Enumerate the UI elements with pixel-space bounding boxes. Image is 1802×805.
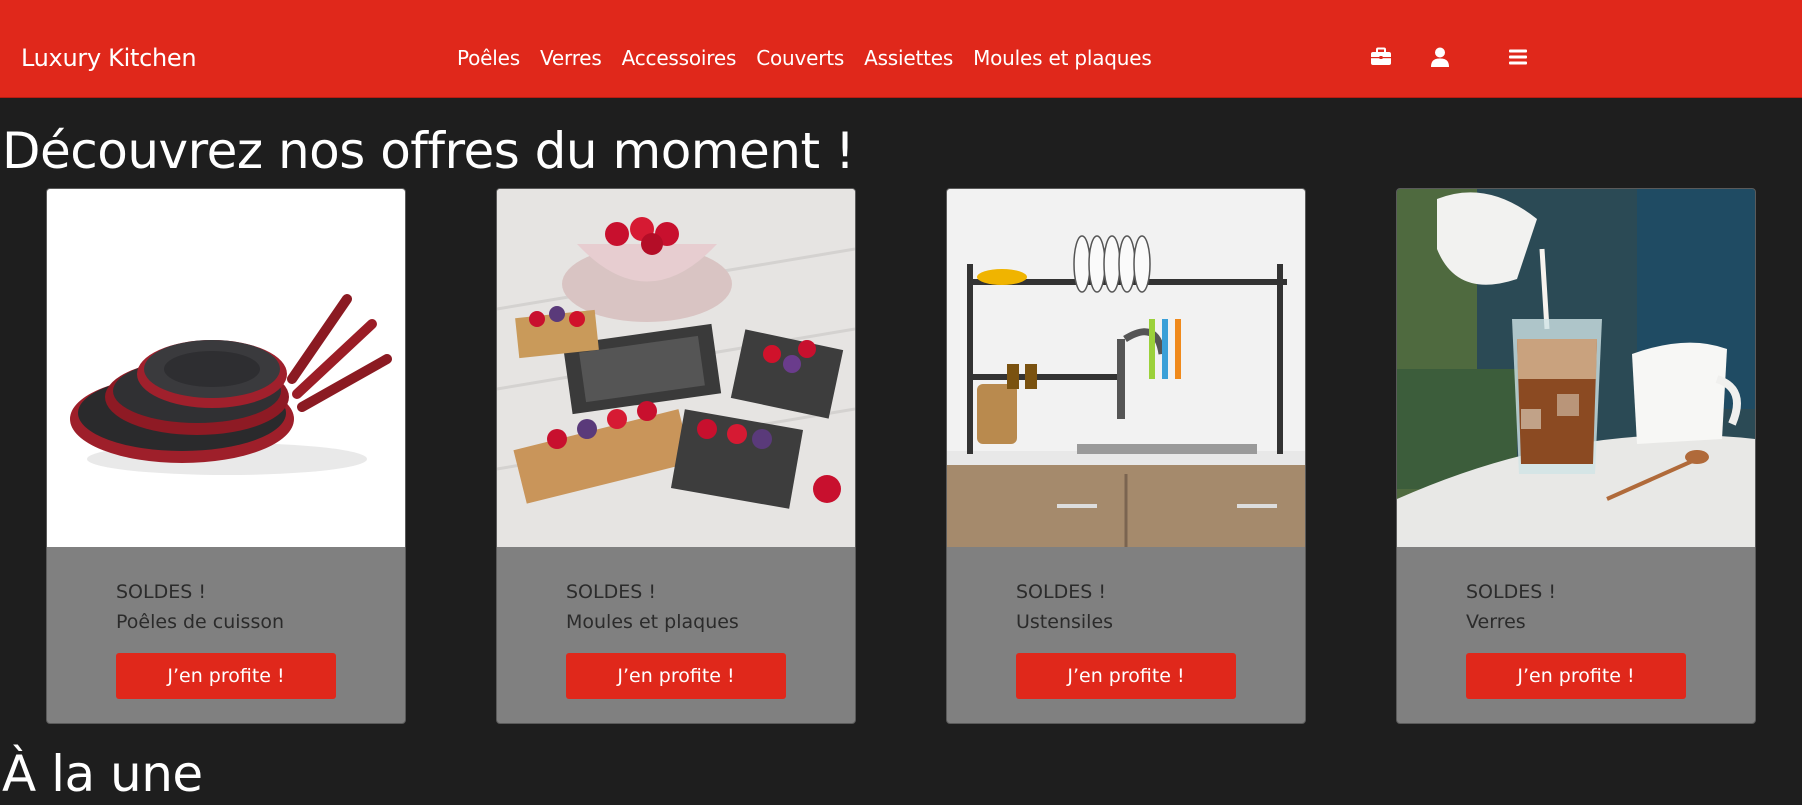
sale-badge: SOLDES ! — [566, 581, 656, 603]
nav-link-assiettes[interactable]: Assiettes — [864, 46, 953, 70]
card-category: Verres — [1466, 611, 1526, 633]
nav-link-couverts[interactable]: Couverts — [756, 46, 844, 70]
dish-rack-image — [947, 189, 1305, 547]
nav-link-verres[interactable]: Verres — [540, 46, 602, 70]
offer-card-ustensiles: SOLDES ! Ustensiles J’en profite ! — [946, 188, 1306, 724]
card-category: Poêles de cuisson — [116, 611, 285, 633]
card-category: Moules et plaques — [566, 611, 739, 633]
card-body: SOLDES ! Poêles de cuisson — [116, 577, 376, 637]
user-icon[interactable] — [1429, 46, 1451, 68]
tart-molds-image — [497, 189, 855, 547]
offer-card-moules: SOLDES ! Moules et plaques J’en profite … — [496, 188, 856, 724]
iced-coffee-image — [1397, 189, 1755, 547]
briefcase-icon[interactable] — [1370, 46, 1392, 68]
offer-card-verres: SOLDES ! Verres J’en profite ! — [1396, 188, 1756, 724]
card-body: SOLDES ! Moules et plaques — [566, 577, 826, 637]
offers-title: Découvrez nos offres du moment ! — [2, 122, 855, 180]
card-body: SOLDES ! Verres — [1466, 577, 1726, 637]
sale-badge: SOLDES ! — [1016, 581, 1106, 603]
sale-badge: SOLDES ! — [116, 581, 206, 603]
sale-badge: SOLDES ! — [1466, 581, 1556, 603]
nav-link-accessoires[interactable]: Accessoires — [622, 46, 737, 70]
offer-button[interactable]: J’en profite ! — [116, 653, 336, 699]
main-nav: Poêles Verres Accessoires Couverts Assie… — [457, 46, 1152, 70]
card-category: Ustensiles — [1016, 611, 1114, 633]
nav-link-moules-plaques[interactable]: Moules et plaques — [973, 46, 1152, 70]
offer-button[interactable]: J’en profite ! — [566, 653, 786, 699]
menu-icon[interactable] — [1507, 46, 1529, 68]
featured-title: À la une — [2, 745, 203, 803]
card-body: SOLDES ! Ustensiles — [1016, 577, 1276, 637]
offer-button[interactable]: J’en profite ! — [1466, 653, 1686, 699]
frying-pans-image — [47, 189, 405, 547]
navbar: Luxury Kitchen Poêles Verres Accessoires… — [0, 0, 1802, 98]
brand-link[interactable]: Luxury Kitchen — [21, 44, 197, 72]
offer-button[interactable]: J’en profite ! — [1016, 653, 1236, 699]
nav-link-poeles[interactable]: Poêles — [457, 46, 520, 70]
offer-card-poeles: SOLDES ! Poêles de cuisson J’en profite … — [46, 188, 406, 724]
